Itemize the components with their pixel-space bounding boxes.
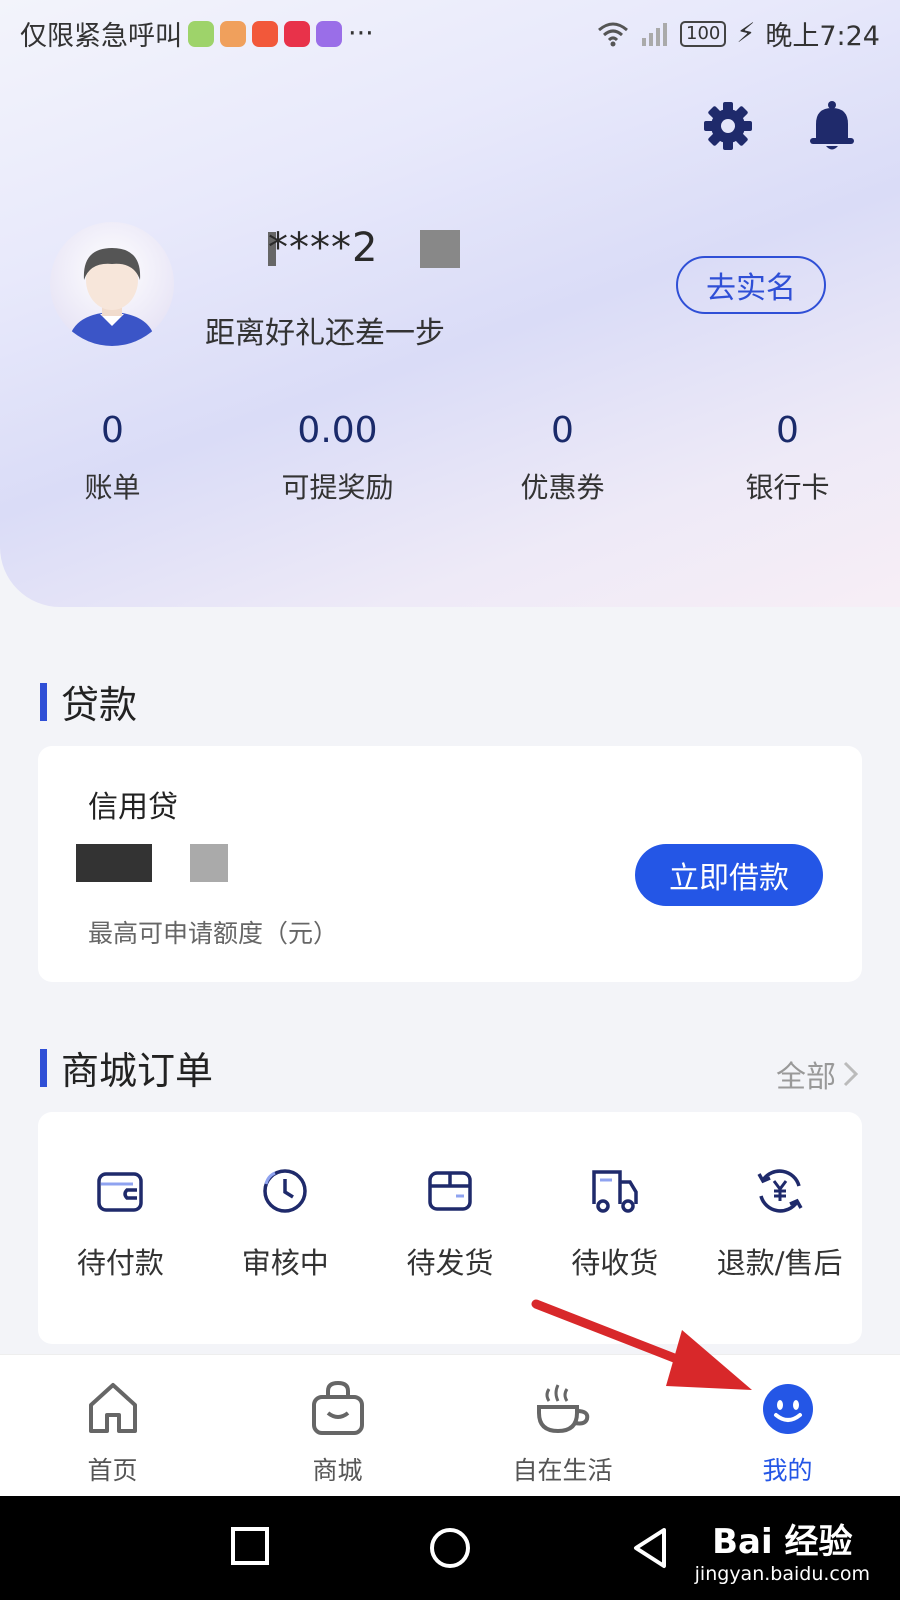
default-avatar-icon — [68, 248, 156, 346]
credit-loan-card[interactable]: 信用贷 最高可申请额度（元） 立即借款 — [38, 746, 862, 982]
system-navigation-bar: Bai 经验 jingyan.baidu.com — [0, 1496, 900, 1600]
stat-value: 0.00 — [297, 410, 378, 451]
user-name: ****2 — [268, 225, 379, 271]
loan-product-name: 信用贷 — [88, 790, 178, 825]
profile-subtitle: 距离好礼还差一步 — [205, 316, 445, 351]
bell-icon[interactable] — [804, 98, 860, 154]
annotation-arrow-icon — [531, 1299, 752, 1390]
home-icon — [88, 1383, 137, 1433]
stat-label: 账单 — [84, 471, 141, 504]
carrier-text: 仅限紧急呼叫 — [20, 21, 182, 52]
header-actions — [700, 98, 860, 154]
name-mask-right — [420, 230, 460, 268]
avatar[interactable] — [50, 222, 174, 346]
section-title-text: 贷款 — [61, 683, 138, 727]
watermark-sub: jingyan.baidu.com — [694, 1563, 870, 1585]
clock-time: 晚上7:24 — [765, 21, 880, 52]
wifi-icon — [598, 22, 629, 46]
stat-bills[interactable]: 0 账单 — [0, 410, 225, 506]
loan-limit-hint: 最高可申请额度（元） — [88, 919, 339, 948]
credit-amount-mask — [190, 844, 228, 882]
section-accent-bar — [40, 1048, 47, 1087]
signal-icon — [642, 22, 668, 46]
tab-label: 自在生活 — [512, 1456, 613, 1485]
notification-app-icon — [188, 20, 214, 47]
battery-indicator: 100 — [680, 20, 727, 47]
all-orders-label: 全部 — [776, 1060, 836, 1095]
order-pending-payment[interactable]: 待付款 — [38, 1112, 203, 1344]
credit-amount-mask — [76, 844, 152, 882]
notification-app-icon — [316, 20, 342, 47]
order-label: 待付款 — [76, 1246, 164, 1280]
order-under-review[interactable]: 审核中 — [203, 1112, 368, 1344]
status-right: 100 ⚡ 晚上7:24 — [596, 14, 880, 53]
order-label: 待发货 — [406, 1246, 494, 1280]
stat-value: 0 — [776, 410, 799, 451]
shopping-bag-icon — [311, 1380, 364, 1435]
notification-app-icon — [252, 20, 278, 47]
verify-identity-button[interactable]: 去实名 — [676, 256, 826, 314]
stat-label: 优惠券 — [520, 471, 605, 504]
order-label: 待收货 — [571, 1246, 659, 1280]
stat-coupons[interactable]: 0 优惠券 — [450, 410, 675, 506]
tab-label: 商城 — [312, 1456, 363, 1485]
account-stats: 0 账单 0.00 可提奖励 0 优惠券 0 银行卡 — [0, 410, 900, 506]
order-label: 退款/售后 — [716, 1246, 843, 1280]
stat-bank-cards[interactable]: 0 银行卡 — [675, 410, 900, 506]
gear-icon[interactable] — [700, 98, 756, 154]
watermark-main: Bai 经验 — [712, 1522, 853, 1562]
home-button-icon[interactable] — [428, 1526, 472, 1570]
stat-value: 0 — [551, 410, 574, 451]
status-left: 仅限紧急呼叫 ··· — [20, 14, 374, 53]
borrow-now-button[interactable]: 立即借款 — [635, 844, 823, 906]
tab-mall[interactable]: 商城 — [225, 1355, 450, 1497]
section-title-text: 商城订单 — [61, 1049, 214, 1093]
refund-icon — [757, 1169, 803, 1213]
stat-rewards[interactable]: 0.00 可提奖励 — [225, 410, 450, 506]
stat-label: 银行卡 — [745, 471, 830, 504]
notification-app-icon — [220, 20, 246, 47]
orders-section-title: 商城订单 — [40, 1040, 213, 1095]
tab-label: 我的 — [762, 1456, 813, 1485]
tab-home[interactable]: 首页 — [0, 1355, 225, 1497]
clock-icon — [263, 1169, 307, 1213]
order-to-ship[interactable]: 待发货 — [368, 1112, 533, 1344]
status-bar: 仅限紧急呼叫 ··· 100 ⚡ 晚上7:24 — [0, 0, 900, 62]
wallet-icon — [97, 1172, 144, 1212]
back-icon[interactable] — [630, 1526, 670, 1570]
stat-label: 可提奖励 — [281, 471, 394, 504]
loan-section-title: 贷款 — [40, 674, 137, 729]
more-notifications: ··· — [348, 18, 374, 49]
notification-app-icon — [284, 20, 310, 47]
recent-apps-icon[interactable] — [230, 1526, 270, 1566]
section-accent-bar — [40, 682, 47, 721]
baidu-jingyan-watermark: Bai 经验 jingyan.baidu.com — [695, 1514, 870, 1585]
tab-label: 首页 — [87, 1456, 138, 1485]
charging-icon: ⚡ — [736, 18, 756, 49]
stat-value: 0 — [101, 410, 124, 451]
package-icon — [428, 1171, 472, 1211]
truck-icon — [592, 1170, 638, 1213]
order-label: 审核中 — [241, 1246, 329, 1280]
all-orders-link[interactable]: 全部 — [776, 1052, 860, 1096]
chevron-right-icon — [843, 1061, 859, 1087]
